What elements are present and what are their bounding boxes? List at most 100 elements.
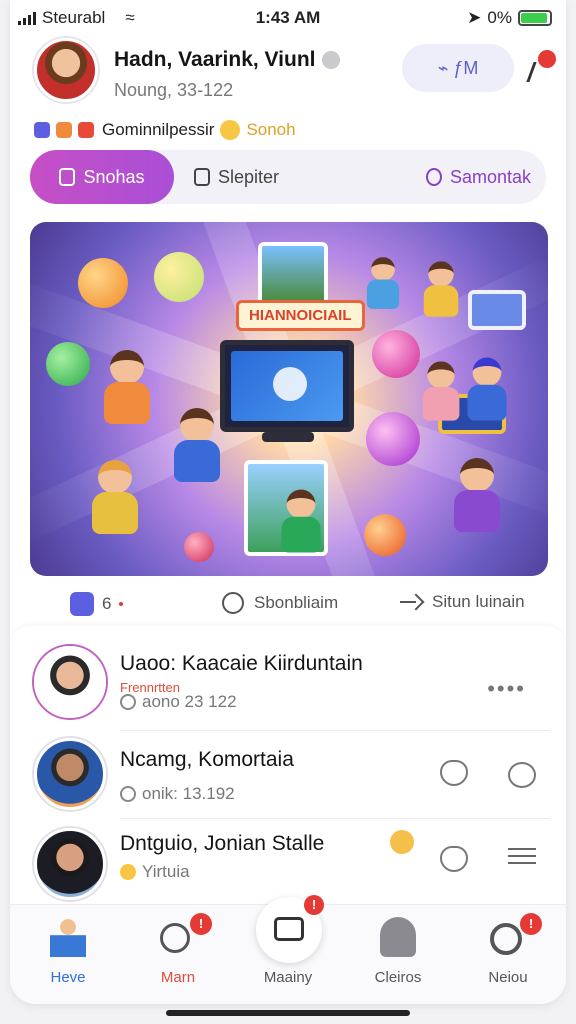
tab-marn[interactable]: ! Marn xyxy=(128,911,228,995)
tab-label: Cleiros xyxy=(374,969,422,986)
contact-meta-text: Yirtuia xyxy=(142,862,190,881)
tab-badge: ! xyxy=(520,913,542,935)
bottom-tab-bar: Heve ! Marn ! Maainy Cleiros ! Neiou xyxy=(10,895,566,1004)
hero-illustration[interactable]: HIANNOICIAIL xyxy=(30,222,548,576)
home-character-icon xyxy=(50,917,86,957)
sparkle-icon xyxy=(426,168,442,186)
tab-home[interactable]: Heve xyxy=(18,911,118,995)
hero-banner: HIANNOICIAIL xyxy=(236,300,365,331)
contact-name: Uaoo: Kaacaie Kiirduntain xyxy=(120,652,363,675)
tv-screen xyxy=(220,340,354,432)
tab-badge: ! xyxy=(190,913,212,935)
balloon xyxy=(154,252,204,302)
app-icon-2 xyxy=(56,122,72,138)
clock-icon xyxy=(120,786,136,802)
tab-label: Marn xyxy=(160,969,196,986)
tab-slepiter[interactable]: Slepiter xyxy=(194,150,279,204)
comment-button[interactable]: Sbonbliaim xyxy=(222,592,338,614)
reaction-count[interactable]: 6 xyxy=(70,592,124,616)
unread-dot xyxy=(119,602,124,606)
contact-meta: aono 23 122 xyxy=(120,692,237,712)
divider xyxy=(120,730,550,731)
bookmark-icon xyxy=(59,168,76,186)
subline-highlight: Sonoh xyxy=(246,120,296,139)
character xyxy=(421,261,462,317)
photo-frame xyxy=(468,290,526,330)
tab-snohas[interactable]: Snohas xyxy=(30,150,174,204)
divider xyxy=(120,818,550,819)
comment-label: Sbonbliaim xyxy=(254,593,339,612)
balloon xyxy=(78,258,128,308)
verified-icon xyxy=(321,51,340,70)
comment-icon xyxy=(222,592,244,614)
character xyxy=(450,458,504,532)
post-actions: 6 Sbonbliaim Situn luinain xyxy=(10,590,566,620)
tab-label: Maainy xyxy=(263,969,313,986)
group-icon xyxy=(160,923,190,953)
balloon xyxy=(372,330,420,378)
avatar[interactable] xyxy=(34,646,106,718)
tab-label: Heve xyxy=(50,969,86,986)
segmented-tabs: Snohas Slepiter Samontak xyxy=(30,150,546,204)
balloon xyxy=(364,514,406,556)
heart-icon[interactable] xyxy=(440,760,468,786)
contact-name: Dntguio, Jonian Stalle xyxy=(120,832,325,855)
character xyxy=(464,357,510,421)
avatar[interactable] xyxy=(34,738,106,810)
menu-icon[interactable] xyxy=(508,848,536,874)
contact-meta: onik: 13.192 xyxy=(120,784,235,804)
card-icon xyxy=(194,168,210,186)
play-icon xyxy=(273,367,307,401)
battery-icon xyxy=(518,10,552,26)
app-screen: Steurabl ≈ 1:43 AM ➤ 0% Hadn, Vaarink, V… xyxy=(10,0,566,1004)
app-icon-3 xyxy=(78,122,94,138)
tab-neiou[interactable]: ! Neiou xyxy=(458,911,558,995)
character xyxy=(88,460,142,534)
ghost-icon xyxy=(380,917,416,957)
chat-icon[interactable] xyxy=(508,762,536,788)
more-icon[interactable]: •••• xyxy=(487,676,526,702)
location-icon: ➤ xyxy=(467,8,482,27)
tab-label: Slepiter xyxy=(218,166,280,187)
character xyxy=(419,361,462,421)
list-item[interactable]: Ncamg, Komortaia onik: 13.192 xyxy=(10,732,566,818)
tab-samontak[interactable]: Samontak xyxy=(426,150,531,204)
emoji-icon xyxy=(120,864,136,880)
share-label: Situn luinain xyxy=(432,592,525,611)
balloon xyxy=(366,412,420,466)
list-item[interactable]: Uaoo: Kaacaie Kiirduntain Frennrtten aon… xyxy=(10,640,566,726)
app-icon xyxy=(34,122,50,138)
character xyxy=(170,408,224,482)
profile-name: Hadn, Vaarink, Viunl xyxy=(114,48,340,72)
share-button[interactable]: Situn luinain xyxy=(400,592,525,612)
avatar[interactable] xyxy=(34,828,106,900)
tab-label: Neiou xyxy=(488,969,528,986)
balloon xyxy=(46,342,90,386)
share-icon xyxy=(400,593,422,611)
profile-subtitle: Noung, 33-122 xyxy=(114,80,234,100)
tab-label: Snohas xyxy=(83,166,145,187)
status-bar: Steurabl ≈ 1:43 AM ➤ 0% xyxy=(10,0,566,34)
tab-label: Samontak xyxy=(450,166,532,187)
heart-icon[interactable] xyxy=(440,846,468,872)
subline: Gominnilpessir Sonoh xyxy=(34,120,296,140)
tab-badge: ! xyxy=(304,895,324,915)
smile-emoji-icon xyxy=(390,830,414,854)
character xyxy=(278,489,324,553)
contact-meta-text: onik: 13.192 xyxy=(142,784,235,803)
header-pill-button[interactable]: ⌁ ƒM xyxy=(402,44,514,92)
tab-cleiros[interactable]: Cleiros xyxy=(348,911,448,995)
status-right: ➤ 0% xyxy=(467,8,552,28)
battery-percent: 0% xyxy=(487,8,512,27)
profile-name-text: Hadn, Vaarink, Viunl xyxy=(114,48,316,71)
like-icon xyxy=(70,592,94,616)
character xyxy=(364,257,402,309)
camera-button[interactable]: ! xyxy=(256,895,324,963)
notification-icon[interactable] xyxy=(526,50,556,82)
contact-name: Ncamg, Komortaia xyxy=(120,748,294,771)
tab-maainy[interactable]: ! Maainy xyxy=(238,895,338,995)
avatar[interactable] xyxy=(34,38,98,102)
home-indicator[interactable] xyxy=(166,1010,410,1016)
balloon xyxy=(184,532,214,562)
list-item[interactable]: Dntguio, Jonian Stalle Yirtuia xyxy=(10,822,566,908)
